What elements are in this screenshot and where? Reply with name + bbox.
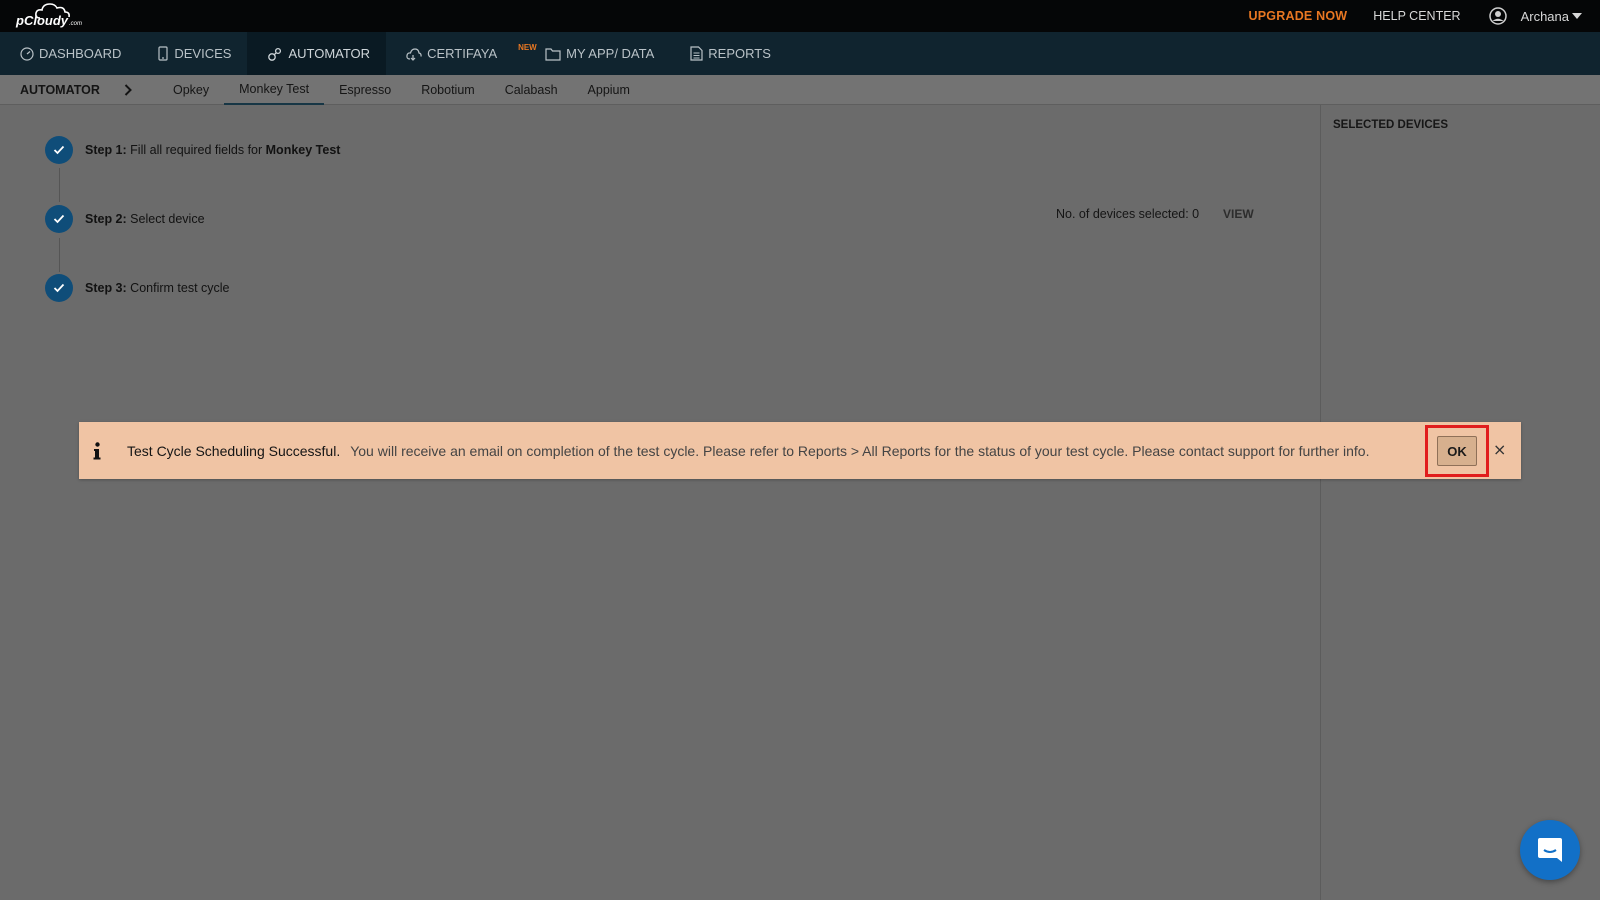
nav-automator[interactable]: AUTOMATOR [247,32,387,75]
nav-devices-label: DEVICES [174,46,232,61]
step-1-text: Step 1: Fill all required fields for Mon… [85,143,340,157]
tab-espresso[interactable]: Espresso [324,75,406,105]
step-3-label: Step 3: [85,281,127,295]
step-2: Step 2: Select device [45,205,205,233]
step-1-emphasis: Monkey Test [265,143,341,157]
nav-my-app-data-label: MY APP/ DATA [566,46,655,61]
check-icon [45,205,73,233]
step-connector [59,238,60,272]
nav-devices[interactable]: DEVICES [137,32,247,75]
automator-steps-panel: Step 1: Fill all required fields for Mon… [0,105,1320,900]
step-3-text: Step 3: Confirm test cycle [85,281,230,295]
logo-suffix: .com [69,21,83,27]
sub-nav: AUTOMATOR Opkey Monkey Test Espresso Rob… [0,75,1600,105]
nav-certifaya-label: CERTIFAYA [427,46,498,61]
nav-reports[interactable]: REPORTS [670,32,787,75]
nav-dashboard[interactable]: DASHBOARD [0,32,137,75]
nav-dashboard-label: DASHBOARD [39,46,122,61]
user-menu[interactable]: Archana [1521,9,1569,24]
main-nav: DASHBOARD DEVICES AUTOMATOR CERTIFAYA NE… [0,32,1600,75]
check-icon [45,274,73,302]
close-icon[interactable]: × [1493,440,1506,459]
logo-text: pCloudy [16,13,68,28]
devices-selected-count: No. of devices selected: 0 [1056,207,1200,221]
tab-calabash[interactable]: Calabash [490,75,573,105]
help-center-link[interactable]: HELP CENTER [1373,9,1460,23]
alert-title: Test Cycle Scheduling Successful. [127,442,341,459]
alert-message: You will receive an email on completion … [350,442,1370,459]
tab-monkey-test[interactable]: Monkey Test [224,75,325,105]
step-connector [59,168,60,202]
dashboard-icon [20,46,34,61]
breadcrumb-automator: AUTOMATOR [20,82,100,97]
step-1: Step 1: Fill all required fields for Mon… [45,136,340,164]
info-icon [93,441,101,459]
device-icon [158,46,168,61]
nav-my-app-data[interactable]: MY APP/ DATA [525,32,670,75]
report-icon [690,46,703,61]
success-alert: Test Cycle Scheduling Successful. You wi… [79,422,1521,479]
step-1-desc: Fill all required fields for [130,143,266,157]
chat-launcher-button[interactable] [1520,820,1580,880]
selected-devices-title: SELECTED DEVICES [1333,119,1449,131]
view-devices-link[interactable]: VIEW [1223,207,1254,221]
check-icon [45,136,73,164]
ok-button[interactable]: OK [1437,436,1477,466]
user-avatar-icon[interactable] [1488,7,1507,25]
nav-certifaya[interactable]: CERTIFAYA NEW [386,32,537,75]
tab-opkey[interactable]: Opkey [158,75,224,105]
tab-robotium[interactable]: Robotium [406,75,490,105]
step-2-label: Step 2: [85,212,127,226]
step-2-desc: Select device [130,212,205,226]
pcloudy-logo[interactable]: pCloudy .com [16,3,83,28]
chevron-down-icon[interactable] [1572,13,1582,19]
top-bar: pCloudy .com UPGRADE NOW HELP CENTER Arc… [0,0,1600,32]
automator-icon [268,47,282,61]
chat-icon [1538,838,1562,862]
step-1-label: Step 1: [85,143,127,157]
upgrade-now-link[interactable]: UPGRADE NOW [1249,9,1348,23]
step-3-desc: Confirm test cycle [130,281,230,295]
nav-reports-label: REPORTS [708,46,771,61]
chevron-right-icon [124,83,132,96]
cloud-icon [406,47,422,61]
step-3: Step 3: Confirm test cycle [45,274,230,302]
nav-automator-label: AUTOMATOR [288,46,371,61]
tab-appium[interactable]: Appium [573,75,645,105]
selected-devices-panel: SELECTED DEVICES [1320,105,1600,900]
ok-button-highlight: OK [1425,425,1489,477]
folder-icon [545,47,561,61]
step-2-text: Step 2: Select device [85,212,205,226]
